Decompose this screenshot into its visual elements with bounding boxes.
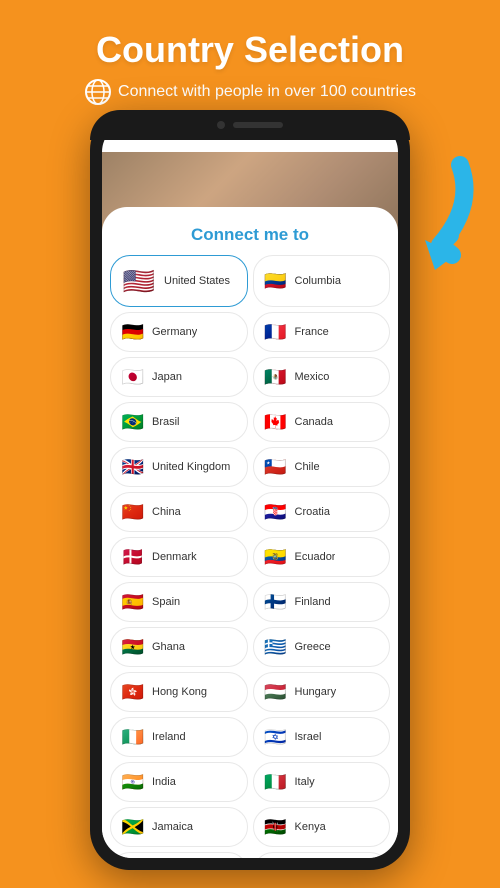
country-name: Ireland: [152, 731, 186, 743]
country-item-right[interactable]: 🇫🇷 France: [253, 312, 391, 352]
country-flag: 🇯🇵: [119, 363, 147, 391]
country-item-right[interactable]: 🇰🇪 Kenya: [253, 807, 391, 847]
globe-icon: [84, 78, 112, 106]
country-item-right[interactable]: 🇮🇱 Israel: [253, 717, 391, 757]
country-item-left[interactable]: 🇯🇵 Japan: [110, 357, 248, 397]
country-item-left[interactable]: 🇬🇧 United Kingdom: [110, 447, 248, 487]
country-flag: 🇯🇲: [119, 813, 147, 841]
country-item-left[interactable]: 🇰🇷K...: [110, 852, 248, 858]
country-name: Ecuador: [295, 551, 336, 563]
country-name: United Kingdom: [152, 461, 230, 473]
country-item-right[interactable]: 🇨🇱 Chile: [253, 447, 391, 487]
phone-outer: Connect me to 🇺🇸 United States 🇨🇴 Columbia 🇩…: [90, 110, 410, 870]
country-item-right[interactable]: 🇮🇹 Italy: [253, 762, 391, 802]
country-name: Mexico: [295, 371, 330, 383]
country-name: Columbia: [295, 275, 341, 287]
country-flag: 🇮🇪: [119, 723, 147, 751]
country-name: India: [152, 776, 176, 788]
country-item-left[interactable]: 🇮🇪 Ireland: [110, 717, 248, 757]
country-flag: 🇺🇸: [119, 261, 159, 301]
country-flag: 🇮🇳: [119, 768, 147, 796]
country-flag: 🇫🇷: [262, 318, 290, 346]
country-item-right[interactable]: 🇲🇽 Mexico: [253, 357, 391, 397]
country-item-right[interactable]: 🇪🇨 Ecuador: [253, 537, 391, 577]
country-flag: 🇨🇦: [262, 408, 290, 436]
country-name: Denmark: [152, 551, 197, 563]
country-item-right[interactable]: 🇭🇺 Hungary: [253, 672, 391, 712]
country-list-container[interactable]: Connect me to 🇺🇸 United States 🇨🇴 Columbia 🇩…: [102, 207, 398, 858]
header-section: Country Selection Connect with people in…: [0, 0, 500, 121]
country-name: Brasil: [152, 416, 180, 428]
connect-title: Connect me to: [102, 217, 398, 255]
country-flag: 🇫🇮: [262, 588, 290, 616]
country-item-left[interactable]: 🇧🇷 Brasil: [110, 402, 248, 442]
phone-device: Connect me to 🇺🇸 United States 🇨🇴 Columbia 🇩…: [90, 110, 410, 870]
country-item-left[interactable]: 🇯🇲 Jamaica: [110, 807, 248, 847]
country-flag: 🇩🇪: [119, 318, 147, 346]
country-flag: 🇰🇪: [262, 813, 290, 841]
country-item-left[interactable]: 🇬🇭 Ghana: [110, 627, 248, 667]
country-flag: 🇭🇺: [262, 678, 290, 706]
country-flag: 🇭🇷: [262, 498, 290, 526]
country-flag: 🇮🇱: [262, 723, 290, 751]
country-item-left[interactable]: 🇭🇰 Hong Kong: [110, 672, 248, 712]
country-flag: 🇲🇽: [262, 363, 290, 391]
country-flag: 🇭🇰: [119, 678, 147, 706]
country-item-right[interactable]: 🏳️...: [253, 852, 391, 858]
country-flag: 🇮🇹: [262, 768, 290, 796]
arrow-decoration: [380, 155, 480, 275]
country-flag: 🇩🇰: [119, 543, 147, 571]
country-name: Finland: [295, 596, 331, 608]
country-item-left[interactable]: 🇺🇸 United States: [110, 255, 248, 307]
country-name: Germany: [152, 326, 197, 338]
country-flag: 🇬🇭: [119, 633, 147, 661]
country-item-right[interactable]: 🇨🇴 Columbia: [253, 255, 391, 307]
country-name: China: [152, 506, 181, 518]
country-grid: 🇺🇸 United States 🇨🇴 Columbia 🇩🇪 Germany 🇫🇷 Fran…: [102, 255, 398, 858]
country-name: Hungary: [295, 686, 337, 698]
country-item-right[interactable]: 🇬🇷 Greece: [253, 627, 391, 667]
country-item-right[interactable]: 🇨🇦 Canada: [253, 402, 391, 442]
country-flag: 🇬🇷: [262, 633, 290, 661]
country-item-right[interactable]: 🇭🇷 Croatia: [253, 492, 391, 532]
country-flag: 🇪🇨: [262, 543, 290, 571]
subtitle-row: Connect with people in over 100 countrie…: [20, 78, 480, 106]
country-name: Italy: [295, 776, 315, 788]
country-item-left[interactable]: 🇪🇸 Spain: [110, 582, 248, 622]
country-flag: 🇨🇴: [262, 267, 290, 295]
country-item-left[interactable]: 🇩🇪 Germany: [110, 312, 248, 352]
country-flag: 🇬🇧: [119, 453, 147, 481]
camera-dot: [217, 121, 225, 129]
speaker-bar: [233, 122, 283, 128]
country-name: Ghana: [152, 641, 185, 653]
country-name: Croatia: [295, 506, 330, 518]
country-name: Israel: [295, 731, 322, 743]
country-flag: 🇧🇷: [119, 408, 147, 436]
phone-top-bar: [90, 110, 410, 140]
country-item-left[interactable]: 🇮🇳 India: [110, 762, 248, 802]
page-title: Country Selection: [20, 30, 480, 70]
country-flag: 🇪🇸: [119, 588, 147, 616]
country-flag: 🇨🇳: [119, 498, 147, 526]
country-name: Kenya: [295, 821, 326, 833]
header-subtitle: Connect with people in over 100 countrie…: [118, 83, 416, 101]
country-name: Chile: [295, 461, 320, 473]
country-name: Japan: [152, 371, 182, 383]
phone-screen: Connect me to 🇺🇸 United States 🇨🇴 Columbia 🇩…: [102, 122, 398, 858]
country-item-left[interactable]: 🇨🇳 China: [110, 492, 248, 532]
country-name: Hong Kong: [152, 686, 207, 698]
country-name: Jamaica: [152, 821, 193, 833]
country-item-right[interactable]: 🇫🇮 Finland: [253, 582, 391, 622]
country-name: United States: [164, 275, 230, 287]
country-name: Spain: [152, 596, 180, 608]
country-flag: 🇨🇱: [262, 453, 290, 481]
country-name: France: [295, 326, 329, 338]
country-item-left[interactable]: 🇩🇰 Denmark: [110, 537, 248, 577]
country-name: Greece: [295, 641, 331, 653]
phone-content: Connect me to 🇺🇸 United States 🇨🇴 Columbia 🇩…: [102, 152, 398, 858]
country-name: Canada: [295, 416, 334, 428]
